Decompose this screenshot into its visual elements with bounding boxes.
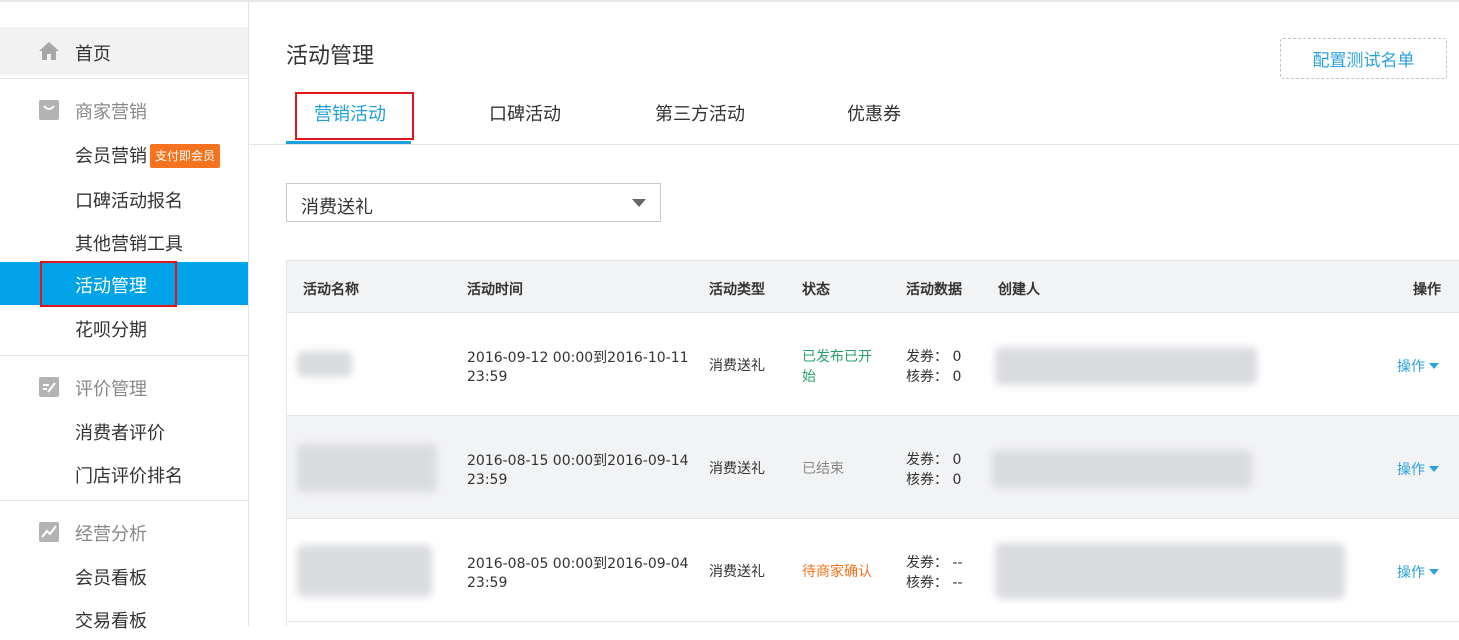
sidebar-item-label: 首页 xyxy=(75,44,111,65)
table-row: 2016-09-12 00:00到2016-10-11 23:59 消费送礼 已… xyxy=(287,313,1459,416)
sidebar-item-store-ranking[interactable]: 门店评价排名 xyxy=(0,452,248,495)
sidebar-item-label: 交易看板 xyxy=(75,611,147,632)
activity-time-end: 23:59 xyxy=(467,575,508,591)
sidebar-item-member-dashboard[interactable]: 会员看板 xyxy=(0,554,248,597)
sidebar-group-label: 商家营销 xyxy=(75,102,147,123)
tab-coupons[interactable]: 优惠券 xyxy=(847,100,901,126)
activity-type: 消费送礼 xyxy=(709,358,765,374)
home-icon xyxy=(39,42,59,60)
sidebar-group-label: 经营分析 xyxy=(75,524,147,545)
status-badge: 已发布已开 xyxy=(802,349,872,365)
column-header: 创建人 xyxy=(998,282,1040,298)
activity-type-select[interactable]: 消费送礼 xyxy=(286,183,661,222)
sidebar-group-label: 评价管理 xyxy=(75,379,147,400)
sidebar-divider xyxy=(0,500,248,501)
tabs-divider xyxy=(249,144,1459,145)
activity-time: 2016-09-12 00:00到2016-10-11 xyxy=(467,350,689,366)
sidebar-item-label: 花呗分期 xyxy=(75,320,147,341)
status-badge: 已结束 xyxy=(802,461,844,477)
sidebar-divider xyxy=(0,355,248,356)
issued-count: 发券： 0 xyxy=(906,452,962,468)
column-header: 活动时间 xyxy=(467,282,523,298)
member-badge: 支付即会员 xyxy=(150,144,221,168)
activity-time: 2016-08-05 00:00到2016-09-04 xyxy=(467,556,689,572)
redeemed-count: 核券： 0 xyxy=(906,472,962,488)
column-header: 活动名称 xyxy=(303,282,359,298)
shopping-bag-icon xyxy=(39,100,59,120)
action-label: 操作 xyxy=(1397,359,1425,375)
row-action-dropdown[interactable]: 操作 xyxy=(1397,562,1439,582)
activity-time-end: 23:59 xyxy=(467,369,508,385)
action-label: 操作 xyxy=(1397,565,1425,581)
sidebar-item-huabei-installment[interactable]: 花呗分期 xyxy=(0,306,248,349)
edit-icon xyxy=(39,377,59,397)
activity-time-end: 23:59 xyxy=(467,472,508,488)
column-header: 活动数据 xyxy=(906,282,962,298)
select-value: 消费送礼 xyxy=(301,197,373,218)
row-action-dropdown[interactable]: 操作 xyxy=(1397,459,1439,479)
column-header: 状态 xyxy=(802,282,830,298)
line-chart-icon xyxy=(39,522,59,542)
sidebar-item-koubei-signup[interactable]: 口碑活动报名 xyxy=(0,177,248,220)
config-test-list-button[interactable]: 配置测试名单 xyxy=(1280,38,1447,79)
highlight-box xyxy=(40,261,177,307)
status-badge: 待商家确认 xyxy=(802,564,872,580)
sidebar-item-label: 口碑活动报名 xyxy=(75,191,183,212)
sidebar-item-consumer-reviews[interactable]: 消费者评价 xyxy=(0,409,248,452)
activity-table: 活动名称 活动时间 活动类型 状态 活动数据 创建人 操作 2016-09-12… xyxy=(286,260,1459,626)
sidebar-item-label: 会员营销 xyxy=(75,146,147,167)
sidebar-item-home[interactable]: 首页 xyxy=(0,27,248,75)
issued-count: 发券： -- xyxy=(906,555,963,571)
tab-koubei-activities[interactable]: 口碑活动 xyxy=(489,100,561,126)
caret-down-icon xyxy=(1429,466,1439,472)
activity-time: 2016-08-15 00:00到2016-09-14 xyxy=(467,453,689,469)
activity-type: 消费送礼 xyxy=(709,564,765,580)
caret-down-icon xyxy=(1429,363,1439,369)
tab-third-party-activities[interactable]: 第三方活动 xyxy=(655,100,745,126)
caret-down-icon xyxy=(1429,569,1439,575)
column-header: 操作 xyxy=(1413,282,1441,298)
issued-count: 发券： 0 xyxy=(906,349,962,365)
redacted-creator xyxy=(995,347,1257,385)
sidebar-divider xyxy=(0,78,248,79)
sidebar-item-label: 消费者评价 xyxy=(75,423,165,444)
action-label: 操作 xyxy=(1397,462,1425,478)
activity-type: 消费送礼 xyxy=(709,461,765,477)
sidebar-item-label: 会员看板 xyxy=(75,568,147,589)
redacted-name xyxy=(297,444,437,492)
redacted-name xyxy=(297,545,432,597)
sidebar: 首页 商家营销 会员营销 口碑活动报名 其他营销工具 活动管理 花呗分期 评价管… xyxy=(0,2,249,632)
redacted-creator xyxy=(992,450,1252,488)
table-row: 2016-08-05 00:00到2016-09-04 23:59 消费送礼 待… xyxy=(287,519,1459,622)
status-badge-cont: 始 xyxy=(802,369,816,385)
sidebar-item-trade-dashboard[interactable]: 交易看板 xyxy=(0,597,248,640)
sidebar-item-label: 门店评价排名 xyxy=(75,466,183,487)
column-header: 活动类型 xyxy=(709,282,765,298)
redacted-name xyxy=(297,351,352,377)
table-header: 活动名称 活动时间 活动类型 状态 活动数据 创建人 操作 xyxy=(287,261,1459,313)
row-action-dropdown[interactable]: 操作 xyxy=(1397,356,1439,376)
redeemed-count: 核券： 0 xyxy=(906,369,962,385)
sidebar-item-other-tools[interactable]: 其他营销工具 xyxy=(0,220,248,263)
sidebar-group-merchant-marketing[interactable]: 商家营销 xyxy=(0,95,248,125)
table-row: 2016-08-15 00:00到2016-09-14 23:59 消费送礼 已… xyxy=(287,416,1459,519)
redeemed-count: 核券： -- xyxy=(906,575,963,591)
chevron-down-icon xyxy=(632,199,646,207)
page-title: 活动管理 xyxy=(286,44,375,69)
highlight-box xyxy=(295,92,414,140)
sidebar-group-review-management[interactable]: 评价管理 xyxy=(0,372,248,402)
redacted-creator xyxy=(995,543,1345,599)
sidebar-item-label: 其他营销工具 xyxy=(75,234,183,255)
sidebar-group-business-analytics[interactable]: 经营分析 xyxy=(0,517,248,547)
